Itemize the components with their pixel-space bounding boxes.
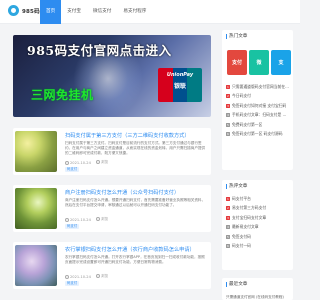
widget-title: 最近文章 [226,282,247,287]
post-excerpt: 扫码支付属于第三方支付。扫码支付是目前流行的支付方式。第三方支付通过与银行签约，… [65,141,206,155]
post-card[interactable]: 扫码支付属于第三方支付（三方二维码支付收款方式） 扫码支付属于第三方支付。扫码支… [13,128,211,175]
post-thumbnail[interactable] [15,188,57,229]
app-cards: 支付 微 支 [227,50,291,75]
list-item[interactable]: 4 手机码支付文章：扫码支付是 小公司 [226,111,290,121]
banner-subtitle: 三网免挂机 [31,88,94,102]
hot-list: 1只需要通道版码支付官网当前在线下单 2今日码支付 3免签码支付如何对接 支付宝… [226,82,290,139]
main-nav: 首页 支付宝 微信支付 易支付程序 [40,0,152,24]
eye-icon [95,274,100,278]
list-item[interactable]: 6 码支付一码 [226,242,290,252]
clock-icon [65,217,69,222]
post-meta: 2021-10-24 浏览 [65,160,108,165]
app-card[interactable]: 支 [271,50,291,75]
post-views: 浏览 [100,160,109,164]
list-item[interactable]: 4 最新易支付文章 [226,223,290,233]
post-card[interactable]: 农行掌银扫码支付怎么开通（农行商户收款码怎么申请） 农行掌银扫码支付怎么开通。打… [13,242,211,289]
list-item[interactable]: 2 易支付第三方码支付 [226,204,290,214]
post-thumbnail[interactable] [15,245,57,286]
post-views: 浏览 [100,274,109,278]
post-tag[interactable]: 码支付 [65,167,80,172]
post-card[interactable]: 商户注册扫码支付怎么开通（公众号扫码付支付） 商户注册扫码支付怎么开通。想要开通… [13,185,211,232]
post-tag[interactable]: 码支付 [65,281,80,286]
nav-item-home[interactable]: 首页 [40,0,62,24]
app-card[interactable]: 支付 [227,50,247,75]
logo-icon [8,5,19,16]
post-date: 2021-10-24 [70,274,91,279]
nav-item-epay[interactable]: 易支付程序 [117,0,152,24]
list-item[interactable]: 5 免签支付码 [226,232,290,242]
unionpay-label: UnionPay [166,72,194,78]
site-header: 985码支付 首页 支付宝 微信支付 易支付程序 [0,0,300,24]
post-title[interactable]: 商户注册扫码支付怎么开通（公众号扫码付支付） [65,189,207,196]
post-date: 2021-10-24 [70,217,91,222]
clock-icon [65,160,69,165]
unionpay-cn-label: 银联 [173,83,186,90]
post-views: 浏览 [100,217,109,221]
list-item[interactable]: 2 今日码支付 [226,92,290,102]
list-item[interactable]: 1 码支付平台 [226,194,290,204]
clock-icon [65,274,69,279]
post-title[interactable]: 农行掌银扫码支付怎么开通（农行商户收款码怎么申请） [65,246,207,253]
post-title[interactable]: 扫码支付属于第三方支付（三方二维码支付收款方式） [65,132,207,139]
latest-list: 1 码支付平台 2 易支付第三方码支付 3 支付宝扫码支付文章 4 最新易支付文章 5免… [226,194,290,251]
list-item[interactable]: 5 免费码支付第一区 [226,120,290,130]
post-date: 2021-10-24 [70,160,91,165]
post-meta: 2021-10-24 浏览 [65,217,108,222]
hot-articles-widget: 热门文章 支付 微 支 1只需要通道版码支付官网当前在线下单 2今日码支付 3免… [222,30,293,170]
eye-icon [95,160,100,164]
post-thumbnail[interactable] [15,131,57,172]
list-item[interactable]: 3 免签码支付如何对接 支付宝扫码 [226,101,290,111]
eye-icon [95,217,100,221]
hot-comments-widget: 热评文章 1 码支付平台 2 易支付第三方码支付 3 支付宝扫码支付文章 4 最新易支付… [222,180,293,270]
recent-item[interactable]: 只需通道支付官网 (在线码支付教程) [226,295,296,300]
nav-item-wechat[interactable]: 微信支付 [87,0,117,24]
post-meta: 2021-10-24 浏览 [65,274,108,279]
widget-title: 热评文章 [226,184,247,189]
nav-item-alipay[interactable]: 支付宝 [61,0,87,24]
app-card[interactable]: 微 [249,50,269,75]
list-item[interactable]: 1只需要通道版码支付官网当前在线下单 [226,82,290,92]
post-excerpt: 农行掌银扫码支付怎么开通。打开农行掌银APP，在首页找到扫一扫或收付款功能，按照… [65,255,205,264]
list-item[interactable]: 6 免签码支付第一区 码支付源码 [226,130,290,140]
banner-title: 985码支付官网点击进入 [27,43,172,58]
widget-title: 热门文章 [226,34,247,39]
banner-figure-illustration [73,53,143,117]
post-excerpt: 商户注册扫码支付怎么开通。想要开通扫码支付，首先需要准备好营业执照等相关资料，然… [65,198,206,207]
post-tag[interactable]: 码支付 [65,224,80,229]
list-item[interactable]: 3 支付宝扫码支付文章 [226,213,290,223]
